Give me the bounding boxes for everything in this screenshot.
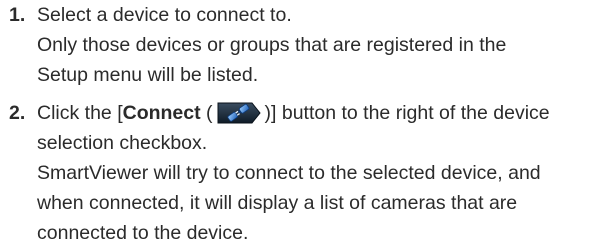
connect-label: Connect <box>122 102 201 124</box>
step-number: 2. <box>9 102 26 124</box>
step-number: 1. <box>9 4 26 26</box>
step-text-line: Setup menu will be listed. <box>37 64 259 86</box>
step-content: Click the [Connect ()] button to the ri… <box>37 98 607 248</box>
text-segment: ( <box>200 102 213 124</box>
text-segment: Click the [ <box>37 102 123 124</box>
step-text-line: Select a device to connect to. <box>37 4 292 26</box>
step-text-line: connected to the device. <box>37 222 249 244</box>
step-text-line: Click the [Connect ()] button to the ri… <box>37 98 607 128</box>
text-segment: )] button to the right of the device <box>264 102 550 124</box>
step-text-line: when connected, it will display a list o… <box>37 192 518 214</box>
step-content: Select a device to connect to. Only thos… <box>37 0 607 90</box>
step-2: 2. Click the [Connect ()] button to the… <box>9 98 607 248</box>
step-text-line: SmartViewer will try to connect to the s… <box>37 162 541 184</box>
step-text-line: selection checkbox. <box>37 132 208 154</box>
connect-plug-icon <box>216 101 262 125</box>
step-1: 1. Select a device to connect to. Only t… <box>9 0 607 90</box>
step-text-line: Only those devices or groups that are re… <box>37 34 507 56</box>
